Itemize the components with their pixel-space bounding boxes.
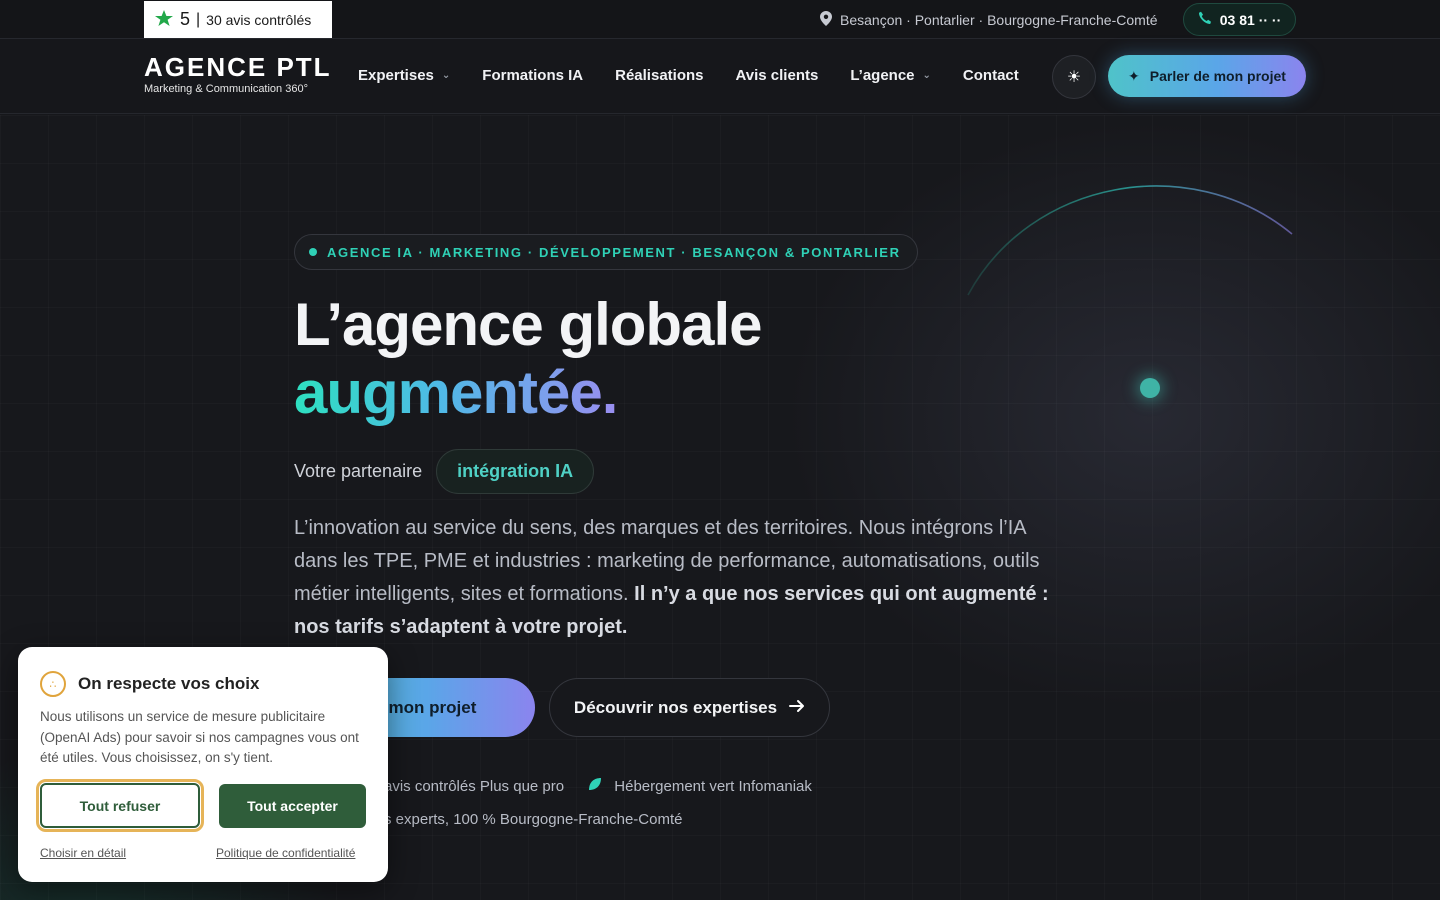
phone-button[interactable]: 03 81 ·· ··: [1183, 3, 1296, 36]
review-badge[interactable]: 5 | 30 avis contrôlés: [144, 1, 332, 38]
logo-title: AGENCE PTL: [144, 52, 332, 82]
talk-project-button[interactable]: ✦ Parler de mon projet: [1108, 55, 1306, 97]
nav-item-avis-clients[interactable]: Avis clients: [736, 67, 819, 84]
chevron-down-icon: ⌄: [441, 70, 451, 81]
location-text: Besançon · Pontarlier · Bourgogne-Franch…: [840, 12, 1158, 28]
sparkle-icon: ✦: [1128, 67, 1140, 84]
cookie-banner: ∴ On respecte vos choix Nous utilisons u…: [18, 647, 388, 882]
location: Besançon · Pontarlier · Bourgogne-Franch…: [820, 11, 1158, 29]
nav-item-label: L’agence: [850, 67, 915, 84]
review-score: 5: [180, 9, 191, 29]
discover-expertises-label: Découvrir nos expertises: [573, 697, 778, 717]
partner-row: Votre partenaire intégration IA: [294, 449, 595, 494]
leaf-icon: [588, 778, 606, 795]
phone-icon: [1198, 11, 1212, 28]
decorative-orb: [1140, 378, 1160, 398]
nav-item-expertises[interactable]: Expertises ⌄: [358, 67, 450, 84]
hero-description: L’innovation au service du sens, des mar…: [294, 512, 1074, 644]
phone-number: 03 81 ·· ··: [1219, 11, 1282, 28]
nav-item-label: Expertises: [358, 67, 434, 84]
cookie-text: Nous utilisons un service de mesure publ…: [40, 709, 359, 765]
nav-item-contact[interactable]: Contact: [963, 67, 1019, 84]
nav-item-label: Avis clients: [735, 67, 819, 84]
sun-icon: ☀: [1066, 69, 1082, 86]
hero-title-line2: augmentée.: [294, 359, 618, 426]
nav-menu: Expertises ⌄ Formations IA Réalisations …: [358, 67, 1019, 84]
hero-title-line1: L’agence globale: [294, 291, 762, 358]
eyebrow-dot: [309, 248, 317, 256]
nav-item-formations[interactable]: Formations IA: [482, 67, 583, 84]
nav-item-label: Réalisations: [615, 67, 704, 84]
nav-item-label: Formations IA: [482, 67, 584, 84]
discover-expertises-button[interactable]: Découvrir nos expertises: [549, 678, 830, 737]
proof-hosting-wrap: Hébergement vert Infomaniak: [588, 777, 812, 795]
accept-all-button[interactable]: Tout accepter: [219, 784, 366, 828]
partner-pill: intégration IA: [436, 449, 595, 494]
logo-subtitle: Marketing & Communication 360°: [144, 83, 308, 95]
partner-text: Votre partenaire: [294, 461, 423, 481]
theme-toggle-button[interactable]: ☀: [1052, 55, 1096, 99]
nav-item-realisations[interactable]: Réalisations: [615, 67, 703, 84]
decorative-arc: [967, 185, 1293, 296]
cookie-title: On respecte vos choix: [78, 674, 260, 693]
map-pin-icon: [820, 11, 832, 29]
talk-project-label: Parler de mon projet: [1149, 68, 1286, 84]
arrow-right-icon: [789, 698, 805, 718]
eyebrow-text: AGENCE IA · MARKETING · DÉVELOPPEMENT · …: [327, 244, 901, 260]
main-nav: AGENCE PTL Marketing & Communication 360…: [0, 39, 1440, 114]
star-icon: [154, 9, 174, 30]
nav-item-label: Contact: [962, 67, 1019, 84]
cookie-icon: ∴: [40, 671, 66, 697]
nav-item-agence[interactable]: L’agence ⌄: [850, 67, 931, 84]
logo[interactable]: AGENCE PTL Marketing & Communication 360…: [144, 53, 332, 95]
choose-detail-link[interactable]: Choisir en détail: [40, 846, 126, 860]
top-bar: 5 | 30 avis contrôlés Besançon · Pontarl…: [0, 0, 1440, 39]
refuse-all-button[interactable]: Tout refuser: [36, 779, 204, 832]
hero-eyebrow: AGENCE IA · MARKETING · DÉVELOPPEMENT · …: [294, 234, 918, 270]
review-text: 30 avis contrôlés: [206, 11, 312, 28]
chevron-down-icon: ⌄: [922, 70, 931, 81]
privacy-policy-link[interactable]: Politique de confidentialité: [216, 846, 355, 860]
cookie-header: ∴ On respecte vos choix: [40, 671, 259, 697]
review-separator: |: [196, 10, 201, 28]
proof-hosting: Hébergement vert Infomaniak: [614, 778, 812, 795]
